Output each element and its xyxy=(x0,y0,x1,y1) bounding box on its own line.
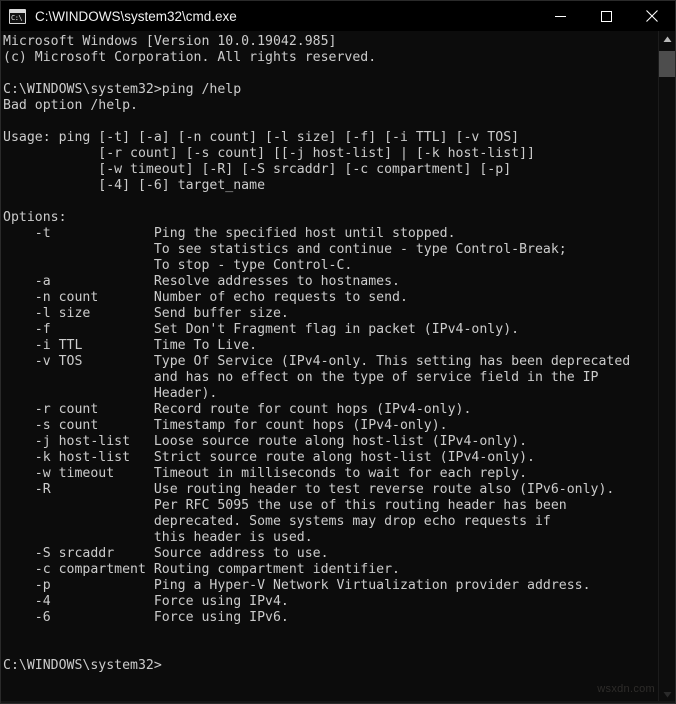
scroll-up-arrow-icon[interactable] xyxy=(659,31,675,48)
title-bar[interactable]: C:\ C:\WINDOWS\system32\cmd.exe xyxy=(1,1,675,31)
minimize-button[interactable] xyxy=(537,1,583,31)
cmd-window: C:\ C:\WINDOWS\system32\cmd.exe Microsof… xyxy=(0,0,676,704)
window-controls xyxy=(537,1,675,31)
close-button[interactable] xyxy=(629,1,675,31)
window-bottom-edge xyxy=(1,701,675,703)
cmd-console-icon: C:\ xyxy=(9,8,26,24)
watermark: wsxdn.com xyxy=(597,683,655,695)
console-text: Microsoft Windows [Version 10.0.19042.98… xyxy=(3,34,631,673)
window-title: C:\WINDOWS\system32\cmd.exe xyxy=(35,8,237,24)
console-output-area[interactable]: Microsoft Windows [Version 10.0.19042.98… xyxy=(1,31,658,703)
maximize-button[interactable] xyxy=(583,1,629,31)
scrollbar-thumb[interactable] xyxy=(659,51,675,77)
console-body: Microsoft Windows [Version 10.0.19042.98… xyxy=(1,31,675,703)
scrollbar-track[interactable] xyxy=(659,48,675,686)
app-icon-label: C:\ xyxy=(11,13,23,22)
vertical-scrollbar[interactable] xyxy=(658,31,675,703)
